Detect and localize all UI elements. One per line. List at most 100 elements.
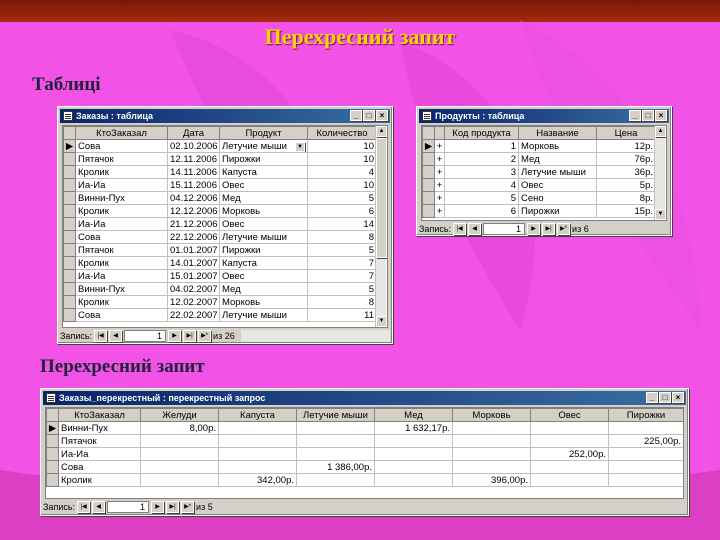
table-row[interactable]: ▶ +1 Морковь 12р. [422,139,656,153]
expand-plus-icon[interactable]: + [434,165,445,179]
table-cell[interactable]: Летучие мыши [219,230,308,244]
close-button[interactable]: × [376,110,388,121]
row-selector[interactable] [63,191,76,205]
table-cell[interactable]: 10 [307,178,377,192]
table-cell[interactable]: 10 [307,139,377,153]
table-cell[interactable]: 76р. [596,152,656,166]
row-selector[interactable] [63,204,76,218]
table-cell[interactable]: Кролик [75,165,168,179]
table-cell[interactable]: 22.02.2007 [167,308,220,322]
table-cell[interactable]: Сова [75,308,168,322]
row-selector[interactable]: ▶ [63,139,76,153]
row-selector[interactable] [46,473,59,487]
scroll-up-arrow-icon[interactable]: ▲ [376,126,387,137]
row-selector[interactable] [422,204,435,218]
table-row[interactable]: Кролик 12.12.2006 Морковь 6 [63,204,377,218]
table-cell[interactable]: 225,00р. [608,434,683,448]
table-cell[interactable]: 10 [307,152,377,166]
table-cell[interactable]: 342,00р. [218,473,297,487]
column-header[interactable]: Цена [596,126,656,140]
table-cell[interactable]: Сова [75,139,168,153]
close-button[interactable]: × [672,392,684,403]
row-selector[interactable] [422,191,435,205]
table-cell[interactable]: Пирожки [219,243,308,257]
record-number-field[interactable]: 1 [124,330,167,342]
table-cell[interactable]: Овес [518,178,597,192]
table-cell[interactable]: 15.01.2007 [167,269,220,283]
next-record-button[interactable]: ▶ [527,223,541,235]
column-header[interactable]: КтоЗаказал [58,408,141,422]
table-cell[interactable]: 04.02.2007 [167,282,220,296]
table-cell[interactable]: Овес [219,178,308,192]
table-cell[interactable] [530,473,609,487]
table-cell[interactable]: 14 [307,217,377,231]
last-record-button[interactable]: ▶| [166,501,180,513]
row-selector[interactable] [63,308,76,322]
table-cell[interactable]: 14.01.2007 [167,256,220,270]
first-record-button[interactable]: |◀ [77,501,91,513]
table-cell[interactable]: 21.12.2006 [167,217,220,231]
table-cell[interactable] [218,421,297,435]
table-cell[interactable] [608,473,683,487]
header-selector[interactable] [422,126,435,140]
table-cell[interactable]: 4 [444,178,519,192]
table-cell[interactable]: Иа-Иа [75,217,168,231]
table-cell[interactable]: Летучие мыши ▼ [219,139,308,153]
record-number-field[interactable]: 1 [483,223,526,235]
table-cell[interactable]: Сова [58,460,141,474]
column-header[interactable]: Овес [530,408,609,422]
table-cell[interactable]: Морковь [219,204,308,218]
table-row[interactable]: +2 Мед 76р. [422,152,656,166]
new-record-button[interactable]: ▶* [557,223,571,235]
table-cell[interactable]: 8р. [596,191,656,205]
table-cell[interactable] [140,473,219,487]
table-cell[interactable] [452,460,531,474]
expand-plus-icon[interactable]: + [434,191,445,205]
orders-vertical-scrollbar[interactable]: ▲ ▼ [375,126,387,327]
table-cell[interactable]: 6 [307,204,377,218]
row-selector[interactable] [422,152,435,166]
table-row[interactable]: Сова 1 386,00р. [46,460,683,474]
table-cell[interactable] [530,434,609,448]
row-selector[interactable] [422,165,435,179]
table-cell[interactable] [608,460,683,474]
table-cell[interactable] [452,434,531,448]
table-row[interactable]: Кролик 14.11.2006 Капуста 4 [63,165,377,179]
table-cell[interactable]: Овес [219,217,308,231]
table-cell[interactable]: Пирожки [518,204,597,218]
table-row[interactable]: Иа-Иа 15.11.2006 Овес 10 [63,178,377,192]
table-cell[interactable]: Винни-Пух [75,191,168,205]
row-selector[interactable] [46,434,59,448]
row-selector[interactable] [63,217,76,231]
table-cell[interactable]: 12.12.2006 [167,204,220,218]
table-row[interactable]: Пятачок 225,00р. [46,434,683,448]
table-cell[interactable] [452,447,531,461]
table-cell[interactable]: 02.10.2006 [167,139,220,153]
row-selector[interactable] [63,243,76,257]
scroll-down-arrow-icon[interactable]: ▼ [376,316,387,327]
new-record-button[interactable]: ▶* [181,501,195,513]
column-header[interactable]: Пирожки [608,408,683,422]
table-cell[interactable]: 5 [307,282,377,296]
minimize-button[interactable]: _ [350,110,362,121]
table-cell[interactable] [608,447,683,461]
column-header[interactable]: КтоЗаказал [75,126,168,140]
table-row[interactable]: Сова 22.02.2007 Летучие мыши 11 [63,308,377,322]
table-cell[interactable]: 8 [307,230,377,244]
next-record-button[interactable]: ▶ [151,501,165,513]
table-cell[interactable]: Мед [219,191,308,205]
row-selector[interactable]: ▶ [46,421,59,435]
table-cell[interactable]: 12.02.2007 [167,295,220,309]
maximize-button[interactable]: □ [363,110,375,121]
table-row[interactable]: Кролик 342,00р. 396,00р. [46,473,683,487]
table-cell[interactable]: Кролик [75,204,168,218]
table-cell[interactable]: 252,00р. [530,447,609,461]
table-cell[interactable] [140,434,219,448]
table-cell[interactable]: 2 [444,152,519,166]
orders-horizontal-scrollbar[interactable] [240,330,390,342]
table-cell[interactable] [530,421,609,435]
column-header[interactable]: Дата [167,126,220,140]
table-row[interactable]: Иа-Иа 252,00р. [46,447,683,461]
next-record-button[interactable]: ▶ [168,330,182,342]
table-cell[interactable]: Мед [219,282,308,296]
